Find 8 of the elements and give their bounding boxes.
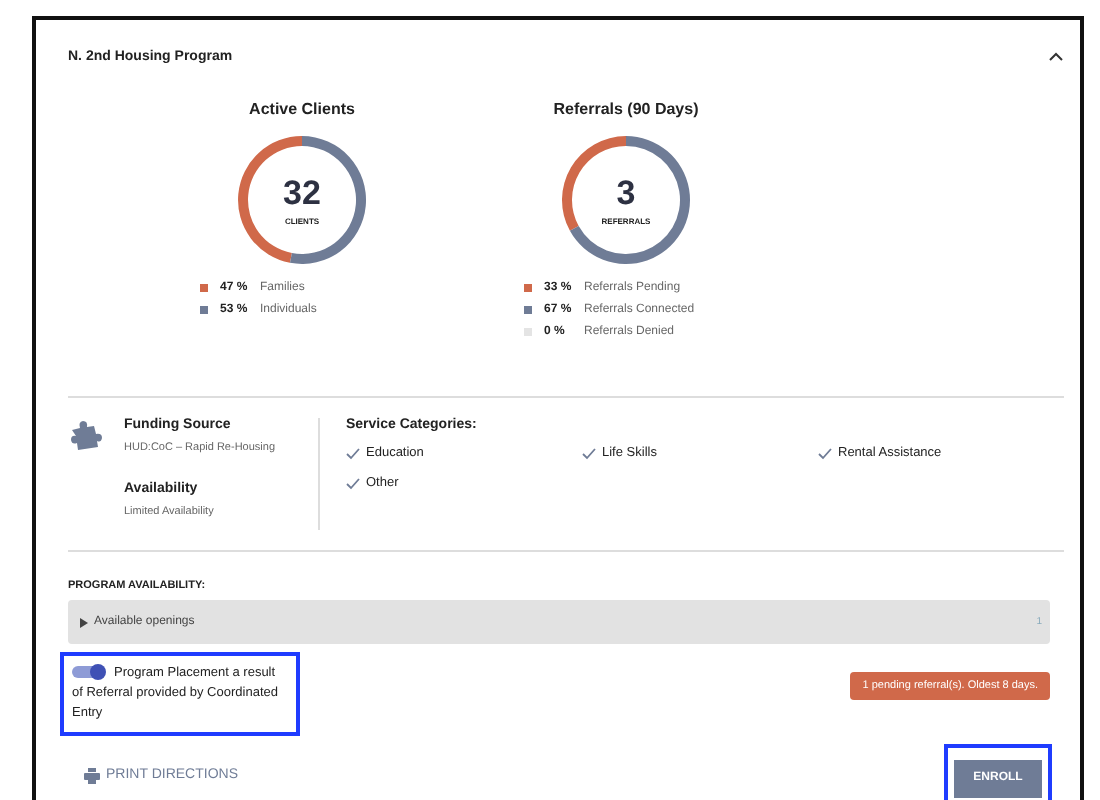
puzzle-icon xyxy=(68,418,102,452)
toggle-switch[interactable] xyxy=(72,664,108,681)
chart-title: Active Clients xyxy=(249,100,355,118)
chart-title: Referrals (90 Days) xyxy=(553,100,699,118)
chevron-icon[interactable] xyxy=(1048,50,1064,62)
total-count: 3 xyxy=(616,175,636,209)
printer-icon xyxy=(84,767,100,784)
total-count: 32 xyxy=(283,175,321,209)
